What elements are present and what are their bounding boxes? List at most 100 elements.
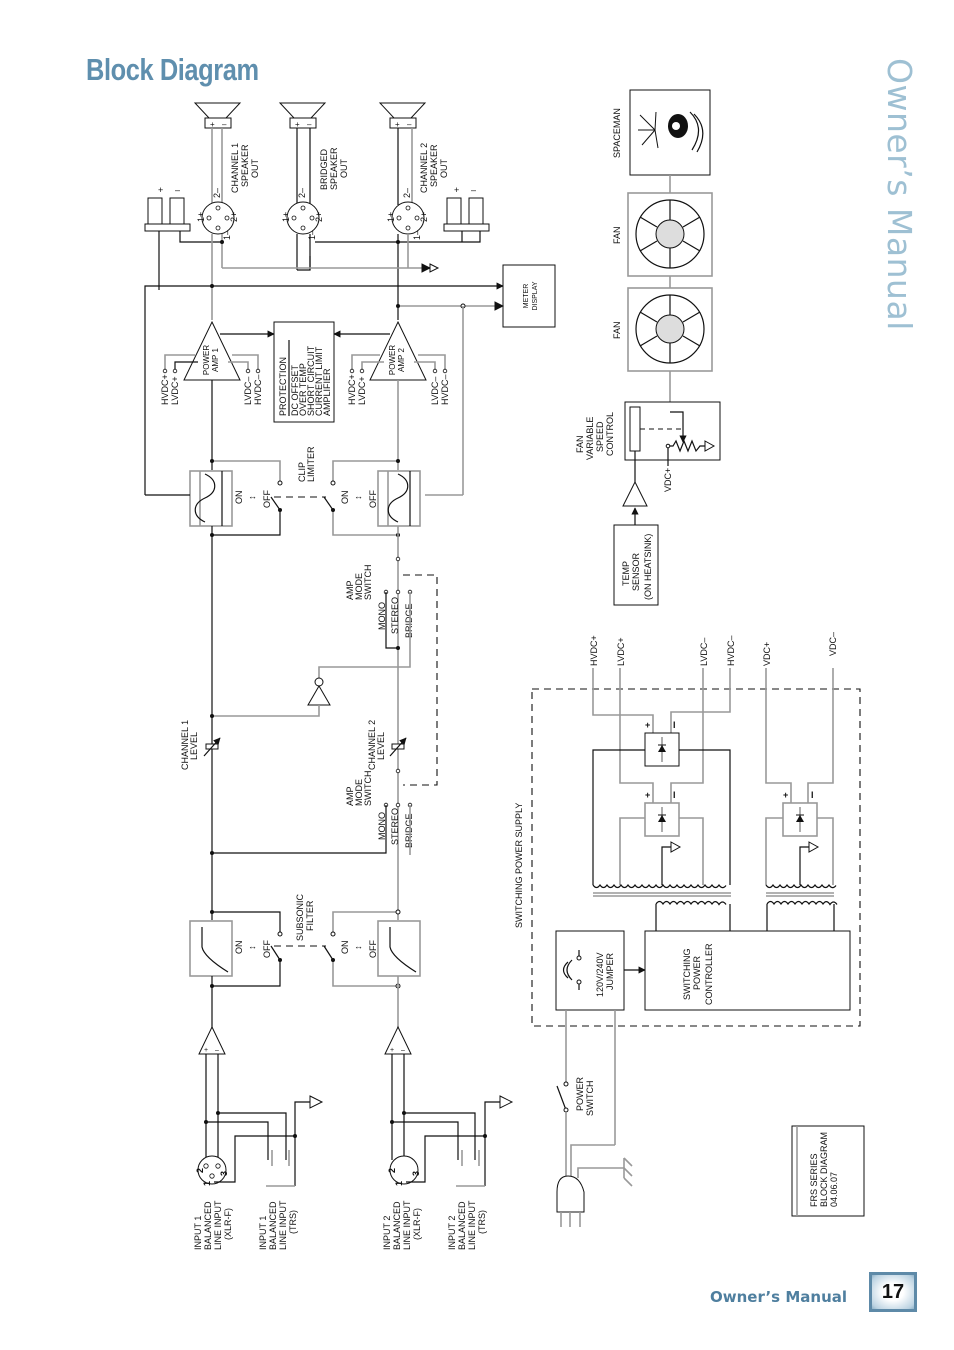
input-buffer-1: + – [198, 1025, 226, 1055]
fan-2 [627, 287, 713, 372]
amp-mode-bottom-stereo: STEREO [390, 808, 400, 845]
subsonic-filter-2 [377, 920, 421, 977]
ch1-post-plus: + [158, 185, 163, 195]
spaceman-label: SPACEMAN [612, 108, 622, 158]
svg-text:+: + [390, 1047, 394, 1054]
subsonic-filter-1 [189, 920, 233, 977]
ch1-speaker-label-3: OUT [250, 159, 260, 179]
power-supply-label: SWITCHING POWER SUPPLY [514, 803, 524, 928]
input1-xlr-label-3: LINE INPUT [213, 1200, 223, 1250]
fan-2-label: FAN [612, 321, 622, 339]
xlr2-pin-2: 2 [387, 1168, 397, 1173]
amp1-label-1: POWER [202, 345, 211, 375]
amp2-label-2: AMP 2 [397, 348, 406, 372]
speed-control-vdc-plus: VDC+ [663, 468, 673, 492]
title-block-line-2: BLOCK DIAGRAM [819, 1132, 829, 1207]
svg-text:–: – [401, 1047, 405, 1054]
inverter [307, 677, 331, 706]
amp2-rail-hvdc-minus: HVDC– [440, 374, 450, 405]
svg-text:↔: ↔ [354, 941, 363, 951]
input2-trs-label-4: (TRS) [477, 1210, 487, 1234]
amp1-rail-lvdc-minus: LVDC– [243, 377, 253, 405]
ch2-pin-2minus: 2– [402, 188, 412, 198]
xlr1-pin-2: 2 [195, 1168, 205, 1173]
subsonic-label-2: FILTER [305, 900, 315, 931]
input1-trs-label-1: INPUT 1 [258, 1216, 268, 1250]
input1-xlr-label-2: BALANCED [203, 1201, 213, 1250]
ch1-speaker-label-2: SPEAKER [240, 144, 250, 187]
clip-limiter-2 [377, 470, 421, 527]
ch1-level-label-2: LEVEL [189, 732, 199, 760]
svg-text:↔: ↔ [248, 491, 257, 501]
bridged-speaker-label-3: OUT [339, 159, 349, 179]
svg-text:+: + [210, 120, 215, 129]
amp1-rail-hvdc-plus: HVDC+ [160, 374, 170, 405]
subsonic1-off: OFF [262, 940, 272, 958]
subsonic-label-1: SUBSONIC [295, 893, 305, 941]
svg-text:+: + [645, 790, 650, 800]
title-block-line-1: FRS SERIES [809, 1153, 819, 1207]
svg-text:–: – [307, 120, 312, 129]
svg-text:+: + [295, 120, 300, 129]
amp-mode-top-bridge: BRIDGE [404, 603, 414, 638]
ch2-post-minus: – [471, 185, 476, 195]
input1-trs-label-2: BALANCED [268, 1201, 278, 1250]
input2-xlr-label-2: BALANCED [392, 1201, 402, 1250]
speaker-channel-2: + – [378, 102, 427, 129]
amp2-rail-hvdc-plus: HVDC+ [347, 374, 357, 405]
svg-text:–: – [407, 120, 412, 129]
input2-xlr-label-1: INPUT 2 [382, 1216, 392, 1250]
controller-label-3: CONTROLLER [704, 943, 714, 1005]
input1-trs-label-3: LINE INPUT [278, 1200, 288, 1250]
amp1-label-2: AMP 1 [211, 348, 220, 372]
bridged-pin-1plus: 1+ [281, 212, 291, 222]
controller-label-1: SWITCHING [682, 949, 692, 1001]
switching-power-controller [644, 930, 851, 1011]
svg-text:+: + [783, 790, 788, 800]
clip2-on: ON [340, 491, 350, 505]
xlr2-pin-3: 3 [411, 1171, 421, 1176]
svg-text:I: I [673, 790, 676, 800]
svg-text:↔: ↔ [248, 941, 257, 951]
fan-1 [627, 192, 713, 277]
fan-1-label: FAN [612, 226, 622, 244]
amp-mode-bottom-bridge: BRIDGE [404, 813, 414, 848]
temp-sensor-label-1: TEMP [621, 561, 631, 586]
svg-text:I: I [811, 790, 814, 800]
speaker-channel-1: + – [193, 102, 242, 129]
rectifier-hvdc [644, 732, 680, 767]
ch1-pin-1plus: 1+ [196, 212, 206, 222]
bridged-pin-2plus: 2+ [314, 212, 324, 222]
ch2-speaker-label-3: OUT [439, 159, 449, 179]
ch2-pin-1plus: 1+ [386, 212, 396, 222]
sensor-amp [622, 480, 648, 507]
input2-xlr-label-3: LINE INPUT [402, 1200, 412, 1250]
svg-text:+: + [645, 720, 650, 730]
power-switch-label-1: POWER [575, 1076, 585, 1111]
xlr1-pin-1: 1 [202, 1181, 212, 1186]
ps-out-vdc-minus: VDC– [828, 632, 838, 656]
amp-mode-top-label-3: SWITCH [363, 565, 373, 601]
xlr1-pin-3: 3 [219, 1171, 229, 1176]
svg-text:I: I [673, 720, 676, 730]
speed-control-label-4: CONTROL [605, 412, 615, 456]
amp-mode-bottom-label-3: SWITCH [363, 771, 373, 807]
bridged-speaker-label-1: BRIDGED [319, 148, 329, 190]
binding-posts-ch1 [144, 197, 191, 232]
clip2-off: OFF [368, 490, 378, 508]
amp1-rail-hvdc-minus: HVDC– [253, 374, 263, 405]
input-buffer-2: + – [384, 1025, 412, 1055]
subsonic2-off: OFF [368, 940, 378, 958]
speed-control-label-1: FAN [575, 435, 585, 453]
ps-out-hvdc-plus: HVDC+ [589, 635, 599, 666]
svg-text:+: + [395, 120, 400, 129]
temp-sensor-label-3: (ON HEATSINK) [643, 534, 653, 600]
clip1-off: OFF [262, 490, 272, 508]
transformer-main [592, 883, 731, 906]
ch1-post-minus: – [175, 185, 180, 195]
meter-label-1: METER [523, 284, 530, 309]
ch2-pin-1minus: 1– [412, 230, 422, 240]
ch2-speaker-label-1: CHANNEL 2 [419, 143, 429, 193]
amp2-rail-lvdc-minus: LVDC– [430, 377, 440, 405]
amp2-label-1: POWER [388, 345, 397, 375]
